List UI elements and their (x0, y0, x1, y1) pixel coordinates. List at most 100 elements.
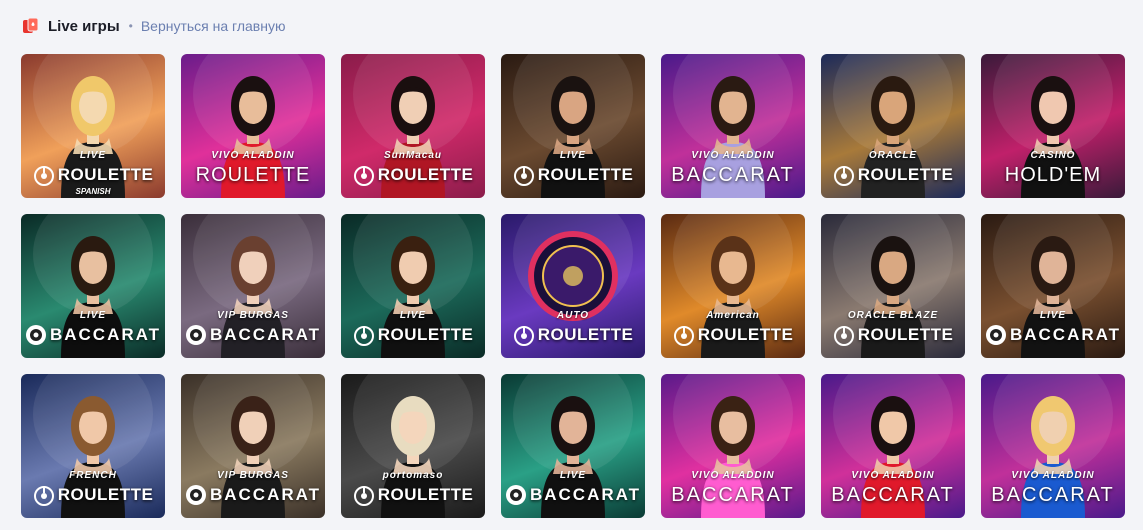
game-name: ROULETTE (697, 325, 794, 344)
game-tile[interactable]: VIVO ALADDIN BACCARAT (661, 374, 805, 518)
game-title-bar: BACCARAT (667, 482, 799, 508)
game-tag-label: VIVO ALADDIN (691, 150, 775, 161)
game-tile[interactable]: FRENCH ROULETTE (21, 374, 165, 518)
game-tile[interactable]: LIVE BACCARAT (501, 374, 645, 518)
poker-chip-icon (985, 325, 1006, 345)
game-tile[interactable]: American ROULETTE (661, 214, 805, 358)
poker-chip-icon (25, 325, 46, 345)
game-tag-label: FRENCH (69, 470, 117, 481)
game-title-bar: BACCARAT (185, 482, 322, 508)
game-tag-label: AUTO (556, 310, 590, 321)
game-title-bar: ROULETTE (187, 162, 319, 188)
game-name: ROULETTE (377, 485, 474, 504)
roulette-wheel-icon (353, 486, 374, 506)
game-tag-label: American (706, 310, 760, 321)
game-tile[interactable]: LIVE BACCARAT (21, 214, 165, 358)
game-title-bar: BACCARAT (25, 322, 162, 348)
game-title-bar: BACCARAT (827, 482, 959, 508)
game-tag-label: VIVO ALADDIN (851, 470, 935, 481)
game-tile[interactable]: CASINO HOLD'EM (981, 54, 1125, 198)
game-title-bar: ROULETTE (827, 322, 959, 348)
roulette-wheel-icon (513, 326, 534, 346)
game-tag-label: CASINO (1030, 150, 1076, 161)
game-tile[interactable]: VIP BURGAS BACCARAT (181, 374, 325, 518)
game-tile[interactable]: ORACLE ROULETTE (821, 54, 965, 198)
games-grid: LIVE ROULETTE SPANISH VIVO ALADDIN ROULETTE S… (21, 54, 1125, 518)
game-name: ROULETTE (857, 325, 954, 344)
game-title-bar: ROULETTE (507, 322, 639, 348)
game-title-bar: ROULETTE (667, 322, 799, 348)
game-name: HOLD'EM (1004, 163, 1102, 186)
game-tag-label: portomaso (382, 470, 444, 481)
game-tag-label: VIP BURGAS (217, 310, 289, 321)
game-tile[interactable]: SunMacau ROULETTE (341, 54, 485, 198)
game-title-bar: ROULETTE (27, 162, 159, 188)
game-title-bar: ROULETTE (827, 162, 959, 188)
game-title-bar: ROULETTE (507, 162, 639, 188)
game-title-bar: ROULETTE (347, 482, 479, 508)
roulette-wheel-icon (833, 166, 854, 186)
game-tile[interactable]: LIVE ROULETTE (341, 214, 485, 358)
game-name: ROULETTE (57, 485, 154, 504)
roulette-wheel-icon (513, 166, 534, 186)
game-title-bar: BACCARAT (505, 482, 642, 508)
game-name: ROULETTE (57, 165, 154, 184)
game-tag-label: LIVE (79, 310, 107, 321)
roulette-wheel-icon (33, 486, 54, 506)
game-title-bar: HOLD'EM (987, 162, 1119, 188)
game-tile[interactable]: LIVE ROULETTE (501, 54, 645, 198)
game-title-bar: BACCARAT (985, 322, 1122, 348)
game-name: ROULETTE (195, 163, 311, 186)
game-title-bar: ROULETTE (27, 482, 159, 508)
game-name: ROULETTE (377, 165, 474, 184)
game-tag-label: LIVE (559, 470, 587, 481)
game-name: BACCARAT (49, 325, 162, 344)
game-tag-label: LIVE (79, 150, 107, 161)
game-tag-label: SunMacau (383, 150, 442, 161)
game-subtitle: SPANISH (75, 187, 111, 196)
game-name: BACCARAT (991, 483, 1115, 506)
game-name: BACCARAT (209, 325, 322, 344)
game-tile[interactable]: VIVO ALADDIN ROULETTE (181, 54, 325, 198)
game-title-bar: BACCARAT (185, 322, 322, 348)
roulette-wheel-icon (353, 326, 374, 346)
page-title: Live игры (48, 17, 120, 35)
game-tag-label: LIVE (1039, 310, 1067, 321)
game-tile[interactable]: VIVO ALADDIN BACCARAT (821, 374, 965, 518)
poker-chip-icon (185, 325, 206, 345)
game-name: ROULETTE (537, 325, 634, 344)
poker-chip-icon (185, 485, 206, 505)
game-tag-label: LIVE (559, 150, 587, 161)
game-name: BACCARAT (529, 485, 642, 504)
game-tile[interactable]: VIVO ALADDIN BACCARAT (661, 54, 805, 198)
game-title-bar: ROULETTE (347, 322, 479, 348)
roulette-wheel-icon (33, 166, 54, 186)
game-tag-label: VIP BURGAS (217, 470, 289, 481)
game-name: BACCARAT (209, 485, 322, 504)
roulette-wheel-icon (833, 326, 854, 346)
game-tile[interactable]: VIVO ALADDIN BACCARAT (981, 374, 1125, 518)
game-tile[interactable]: AUTO ROULETTE (501, 214, 645, 358)
game-tag-label: LIVE (399, 310, 427, 321)
game-name: ROULETTE (857, 165, 954, 184)
game-title-bar: ROULETTE (347, 162, 479, 188)
game-tag-label: VIVO ALADDIN (211, 150, 295, 161)
game-tag-label: ORACLE BLAZE (847, 310, 939, 321)
game-title-bar: BACCARAT (667, 162, 799, 188)
game-tag-label: ORACLE (868, 150, 918, 161)
back-to-home-link[interactable]: Вернуться на главную (141, 18, 286, 34)
separator-dot: • (128, 19, 133, 33)
game-tile[interactable]: LIVE ROULETTE SPANISH (21, 54, 165, 198)
game-tile[interactable]: VIP BURGAS BACCARAT (181, 214, 325, 358)
page-header: Live игры • Вернуться на главную (22, 14, 285, 38)
poker-chip-icon (505, 485, 526, 505)
game-tag-label: VIVO ALADDIN (1011, 470, 1095, 481)
game-name: BACCARAT (1009, 325, 1122, 344)
roulette-wheel-icon (673, 326, 694, 346)
game-tile[interactable]: portomaso ROULETTE (341, 374, 485, 518)
game-tile[interactable]: LIVE BACCARAT (981, 214, 1125, 358)
game-tile[interactable]: ORACLE BLAZE ROULETTE (821, 214, 965, 358)
cards-icon (23, 17, 39, 33)
game-tag-label: VIVO ALADDIN (691, 470, 775, 481)
game-name: ROULETTE (537, 165, 634, 184)
